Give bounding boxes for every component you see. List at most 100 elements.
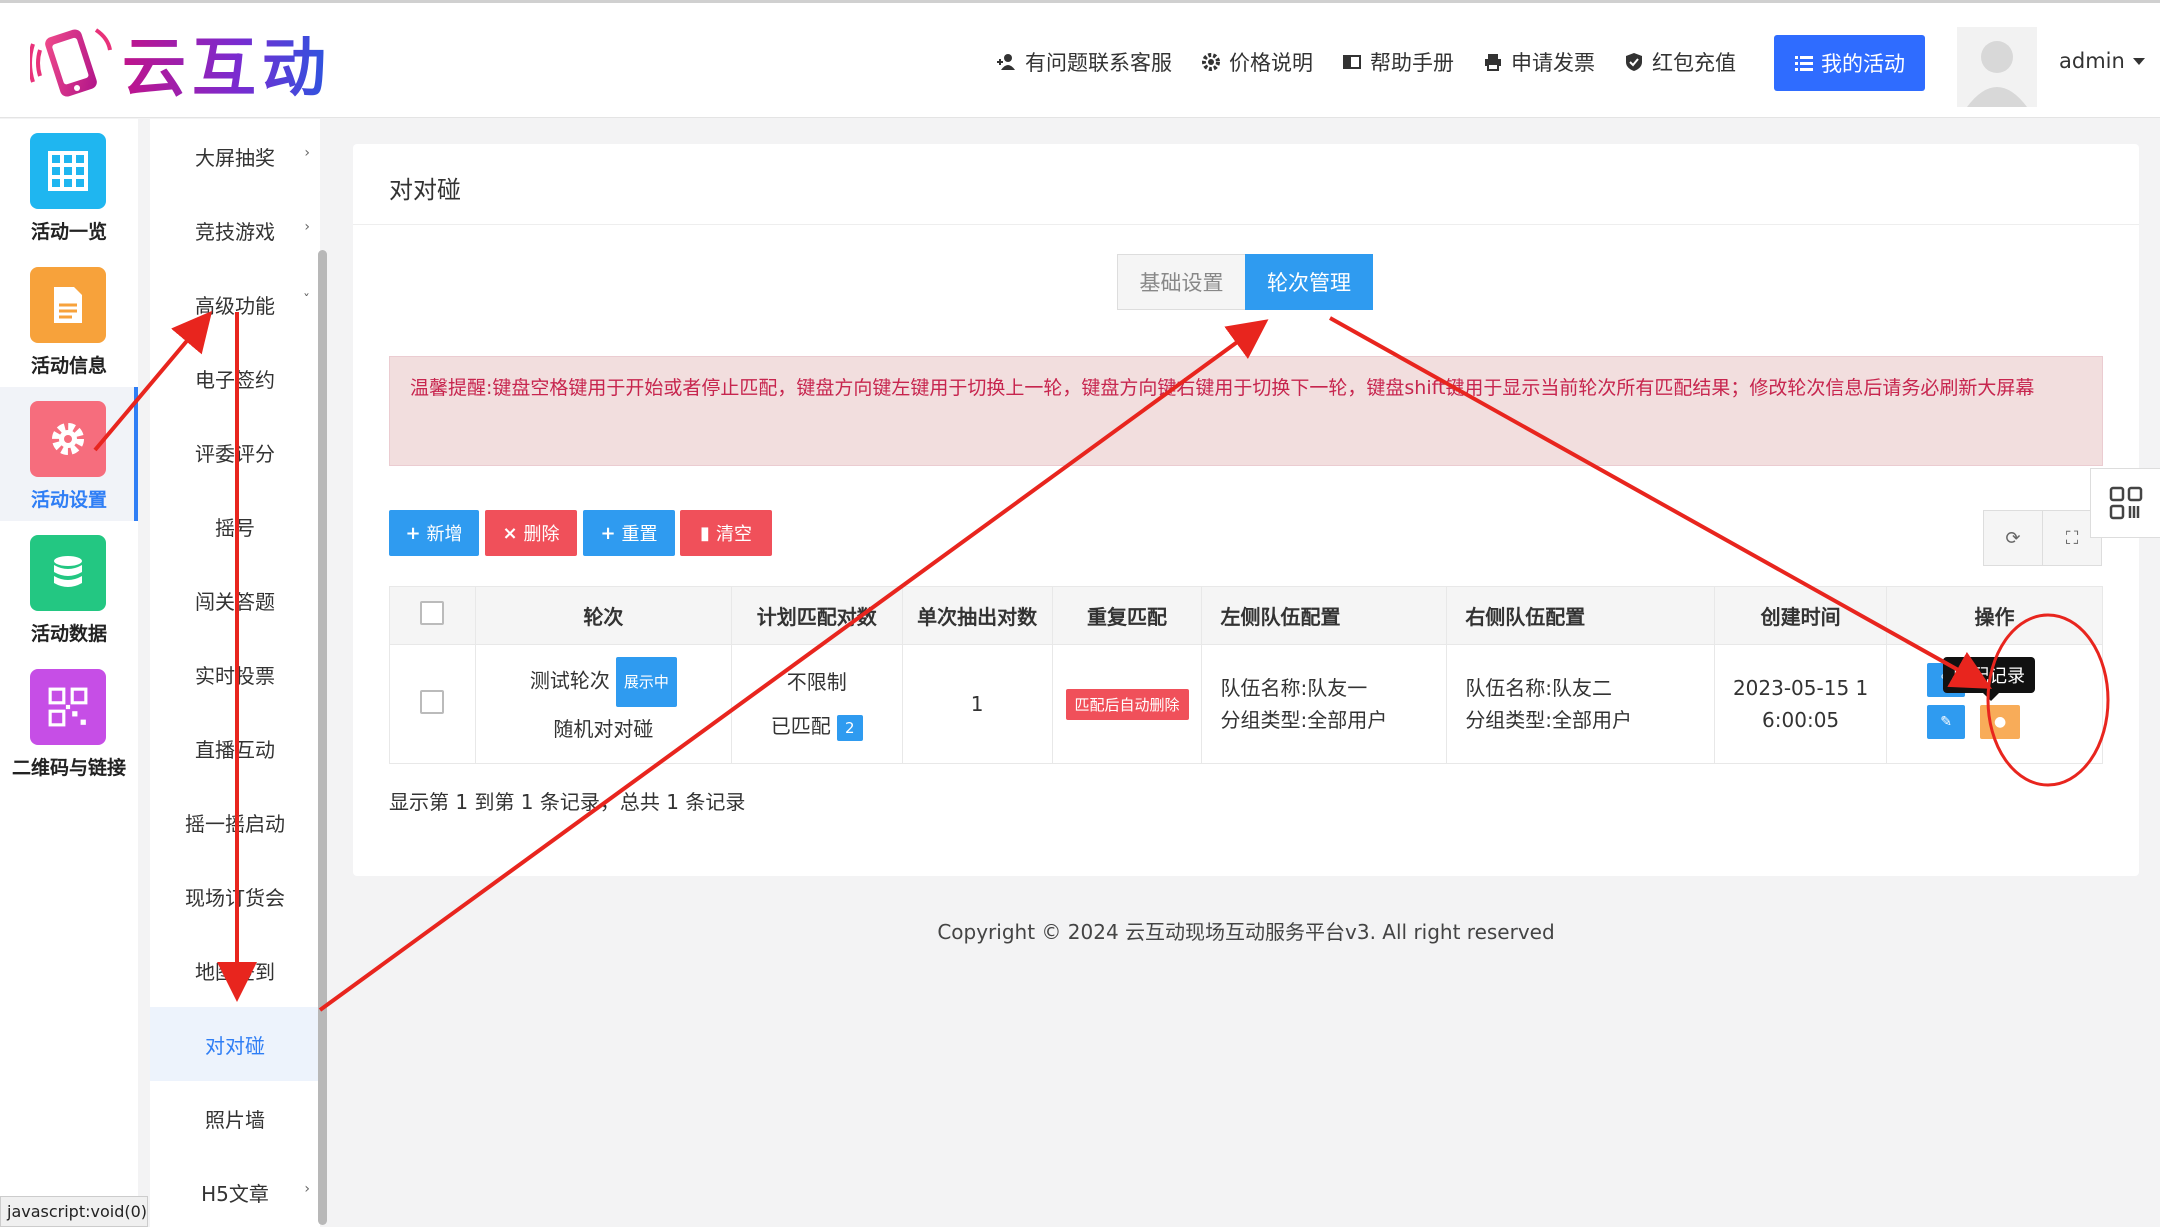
my-activity-button[interactable]: 我的活动: [1774, 35, 1925, 91]
top-nav-support[interactable]: 有问题联系客服: [996, 47, 1172, 77]
chevron-right-icon: ›: [304, 145, 310, 161]
sidebar-item-info[interactable]: 活动信息: [0, 253, 138, 387]
chevron-right-icon: ›: [304, 219, 310, 235]
floating-qrcode-button[interactable]: [2090, 468, 2160, 538]
sub-menu-scrollbar[interactable]: [318, 250, 327, 1225]
top-nav-help[interactable]: 帮助手册: [1341, 47, 1454, 77]
brand-logo[interactable]: 云互动: [30, 17, 332, 109]
single-pairs-cell: 1: [901, 644, 1053, 764]
divider: [353, 224, 2139, 225]
keyboard-tip-alert: 温馨提醒:键盘空格键用于开始或者停止匹配，键盘方向键左键用于切换上一轮，键盘方向…: [389, 356, 2103, 466]
sub-item-quiz[interactable]: 闯关答题: [150, 563, 320, 637]
book-icon: [1343, 55, 1361, 69]
brand-name: 云互动: [122, 17, 332, 109]
shield-check-icon: [1626, 53, 1642, 71]
table-row: 测试轮次 展示中 随机对对碰 不限制 已匹配 2 1 匹配后自动删除 队伍名称:队友…: [389, 644, 2103, 764]
actions-cell: ✎ ✎ ● 匹配记录: [1886, 644, 2103, 764]
row-select-cell[interactable]: [389, 644, 476, 764]
col-round[interactable]: 轮次: [474, 586, 732, 645]
chevron-right-icon: ›: [304, 1181, 310, 1197]
qrcode-icon: [2109, 486, 2142, 520]
footer-copyright: Copyright © 2024 云互动现场互动服务平台v3. All righ…: [937, 920, 1555, 944]
top-nav: 有问题联系客服 价格说明 帮助手册 申请发票 红包充值: [996, 47, 1764, 77]
user-edit-icon: ✎: [1940, 714, 1952, 730]
user-menu[interactable]: admin: [2059, 49, 2145, 73]
col-single-pairs[interactable]: 单次抽出对数: [901, 586, 1053, 645]
top-nav-redpacket[interactable]: 红包充值: [1623, 47, 1736, 77]
col-repeat-match[interactable]: 重复匹配: [1051, 586, 1203, 645]
database-icon: [30, 535, 106, 611]
caret-down-icon: [2132, 57, 2145, 65]
table-header-row: 轮次 计划匹配对数 单次抽出对数 重复匹配 左侧队伍配置 右侧队伍配置 创建时间…: [389, 586, 2103, 645]
gear-icon: [30, 401, 106, 477]
plus-icon: +: [600, 522, 616, 544]
tab-round-management[interactable]: 轮次管理: [1245, 254, 1373, 310]
plus-icon: +: [405, 522, 421, 544]
user-icon: ●: [1993, 714, 2007, 730]
right-team-cell: 队伍名称:队友二 分组类型:全部用户: [1446, 644, 1716, 764]
sub-item-h5-article[interactable]: H5文章 ›: [150, 1155, 320, 1227]
sub-item-map-checkin[interactable]: 地图签到: [150, 933, 320, 1007]
clear-button[interactable]: ▮ 清空: [680, 510, 772, 556]
sub-item-competitive-games[interactable]: 竞技游戏 ›: [150, 193, 320, 267]
sidebar-item-settings[interactable]: 活动设置: [0, 387, 138, 521]
pagination-info: 显示第 1 到第 1 条记录，总共 1 条记录: [389, 790, 746, 814]
col-left-team[interactable]: 左侧队伍配置: [1201, 586, 1448, 645]
list-icon: [1795, 56, 1813, 71]
top-nav-invoice[interactable]: 申请发票: [1482, 47, 1595, 77]
sub-menu: 大屏抽奖 › 竞技游戏 › 高级功能 ˇ 电子签约 评委评分 摇号 闯关答题 实时投票…: [138, 119, 320, 1227]
sub-item-order-fair[interactable]: 现场订货会: [150, 859, 320, 933]
page-title: 对对碰: [389, 176, 461, 204]
sub-item-big-screen-lottery[interactable]: 大屏抽奖 ›: [150, 119, 320, 193]
user-plus-icon: [997, 54, 1015, 70]
sub-item-live-vote[interactable]: 实时投票: [150, 637, 320, 711]
sub-item-live-interaction[interactable]: 直播互动: [150, 711, 320, 785]
grid-icon: [30, 133, 106, 209]
delete-button[interactable]: × 删除: [485, 510, 577, 556]
col-plan-pairs[interactable]: 计划匹配对数: [730, 586, 903, 645]
sub-item-lottery-number[interactable]: 摇号: [150, 489, 320, 563]
match-record-button[interactable]: ●: [1980, 705, 2021, 739]
created-time-cell: 2023-05-15 1 6:00:05: [1714, 644, 1888, 764]
gear-icon: [1202, 53, 1220, 71]
sub-item-shake-start[interactable]: 摇一摇启动: [150, 785, 320, 859]
select-all-cell[interactable]: [389, 586, 476, 645]
select-all-checkbox[interactable]: [420, 601, 445, 625]
phone-logo-icon: [30, 28, 112, 97]
refresh-icon: ⟳: [2005, 527, 2021, 549]
plan-pairs-cell: 不限制 已匹配 2: [730, 644, 903, 764]
browser-status-bar: javascript:void(0): [0, 1196, 148, 1227]
sub-item-advanced[interactable]: 高级功能 ˇ: [150, 267, 320, 341]
user-avatar-icon: [1967, 41, 2027, 107]
col-created-time[interactable]: 创建时间: [1714, 586, 1888, 645]
reset-button[interactable]: + 重置: [583, 510, 675, 556]
repeat-match-cell: 匹配后自动删除: [1051, 644, 1203, 764]
top-nav-price[interactable]: 价格说明: [1200, 47, 1313, 77]
round-table: 轮次 计划匹配对数 单次抽出对数 重复匹配 左侧队伍配置 右侧队伍配置 创建时间…: [389, 586, 2103, 764]
top-header: 云互动 有问题联系客服 价格说明 帮助手册 申请发票 红包充值 我的活动 adm: [0, 0, 2160, 118]
sub-item-judge-score[interactable]: 评委评分: [150, 415, 320, 489]
repeat-match-badge: 匹配后自动删除: [1065, 688, 1189, 720]
refresh-button[interactable]: ⟳: [1983, 510, 2043, 566]
add-button[interactable]: + 新增: [389, 510, 479, 556]
col-right-team[interactable]: 右侧队伍配置: [1446, 586, 1716, 645]
fullscreen-icon: ⛶: [2065, 527, 2079, 549]
qrcode-icon: [30, 669, 106, 745]
sidebar-item-overview[interactable]: 活动一览: [0, 119, 138, 253]
config-button[interactable]: ✎: [1927, 705, 1966, 739]
left-team-cell: 队伍名称:队友一 分组类型:全部用户: [1201, 644, 1448, 764]
tab-basic-settings[interactable]: 基础设置: [1117, 254, 1245, 310]
col-actions: 操作: [1886, 586, 2103, 645]
row-checkbox[interactable]: [420, 689, 445, 714]
sidebar-item-data[interactable]: 活动数据: [0, 521, 138, 655]
trash-icon: ▮: [700, 522, 710, 544]
main-sidebar: 活动一览 活动信息 活动设置 活动数据 二维码与链接: [0, 119, 138, 1227]
sidebar-item-qrcode[interactable]: 二维码与链接: [0, 655, 138, 789]
match-record-tooltip: 匹配记录: [1943, 657, 2036, 701]
round-cell: 测试轮次 展示中 随机对对碰: [474, 644, 732, 764]
sub-item-match-pair[interactable]: 对对碰: [150, 1007, 320, 1081]
sub-item-photo-wall[interactable]: 照片墙: [150, 1081, 320, 1155]
sub-item-e-sign[interactable]: 电子签约: [150, 341, 320, 415]
avatar[interactable]: [1957, 27, 2037, 107]
status-badge: 展示中: [615, 657, 677, 707]
